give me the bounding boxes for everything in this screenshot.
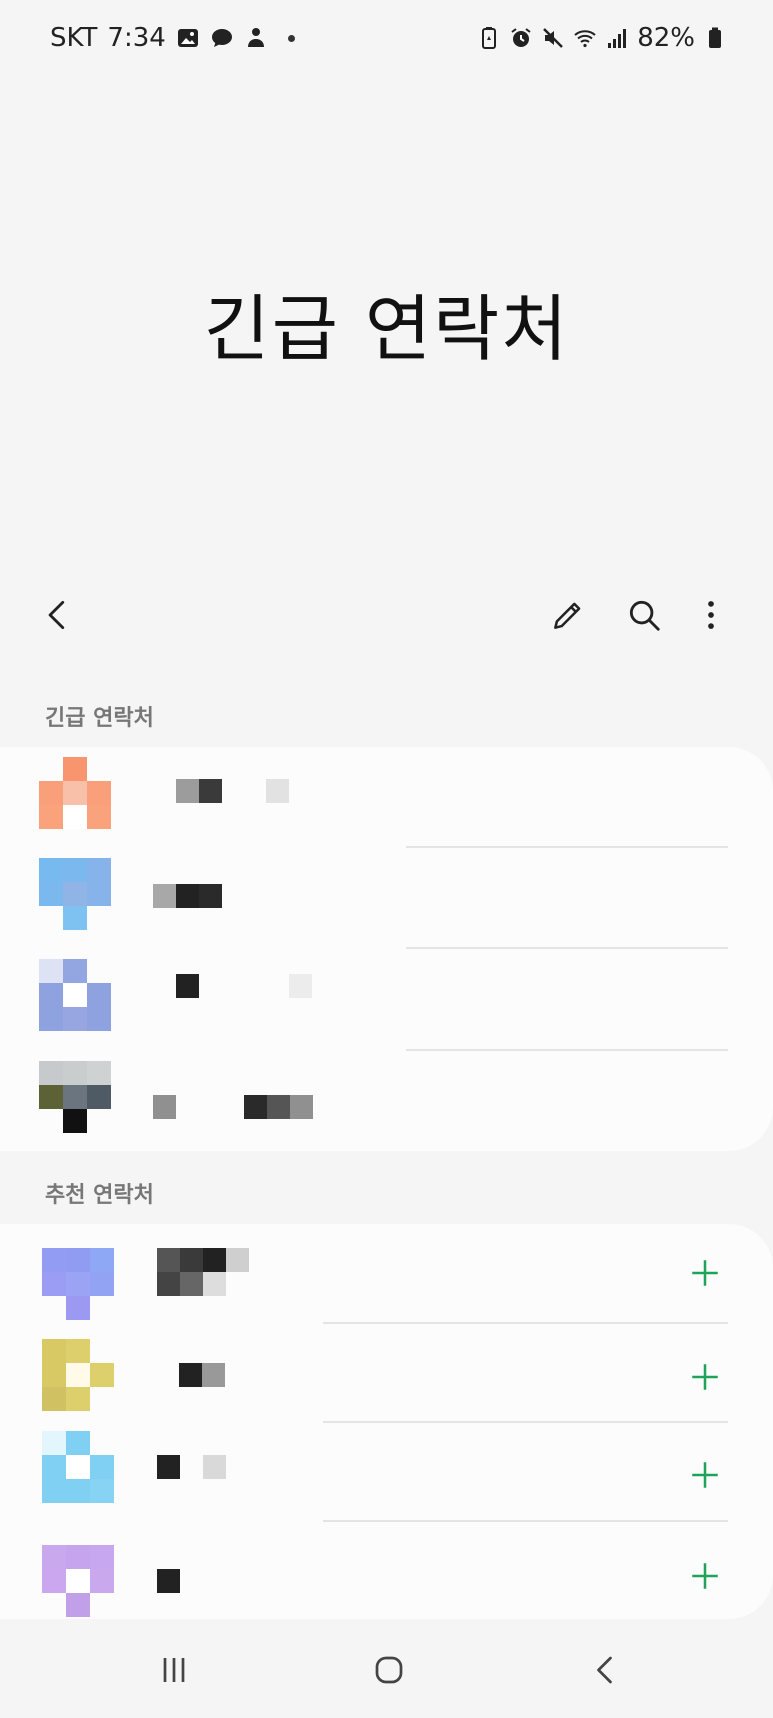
emergency-contact-row[interactable] <box>0 747 773 847</box>
suggested-contact-row[interactable] <box>0 1522 773 1622</box>
contact-avatar <box>42 1248 114 1320</box>
notification-dot <box>287 34 295 42</box>
contact-avatar <box>42 1545 114 1617</box>
contact-avatar <box>42 1339 114 1411</box>
emergency-contact-row[interactable] <box>0 949 773 1049</box>
add-contact-button[interactable] <box>681 1451 729 1499</box>
search-icon <box>629 600 660 631</box>
contact-name <box>179 1363 229 1387</box>
contact-name <box>153 884 223 908</box>
emergency-contact-row[interactable] <box>0 1051 773 1151</box>
nav-back-button[interactable] <box>566 1640 646 1700</box>
more-options-button[interactable] <box>683 587 739 643</box>
more-vertical-icon <box>708 601 714 629</box>
carrier-label: SKT <box>50 23 98 53</box>
add-contact-button[interactable] <box>681 1552 729 1600</box>
contact-name <box>157 1569 187 1593</box>
contact-avatar <box>39 959 111 1031</box>
status-bar: SKT 7:34 82% <box>0 0 773 76</box>
contact-avatar <box>39 858 111 930</box>
alarm-icon <box>509 26 533 50</box>
back-button[interactable] <box>30 587 86 643</box>
back-arrow-icon <box>48 600 65 630</box>
edit-button[interactable] <box>540 587 596 643</box>
contact-name <box>157 1248 257 1296</box>
contact-avatar <box>39 1061 111 1133</box>
plus-icon <box>692 1364 718 1390</box>
emergency-contact-row[interactable] <box>0 848 773 948</box>
plus-icon <box>692 1462 718 1488</box>
suggested-contact-row[interactable] <box>0 1423 773 1523</box>
suggested-section-label: 추천 연락처 <box>45 1183 154 1208</box>
nav-back-icon <box>597 1656 612 1684</box>
contact-name <box>176 779 306 803</box>
navigation-bar <box>0 1620 773 1718</box>
suggested-contact-row[interactable] <box>0 1324 773 1424</box>
add-contact-button[interactable] <box>681 1249 729 1297</box>
search-button[interactable] <box>616 587 672 643</box>
home-button[interactable] <box>349 1640 429 1700</box>
contact-name <box>157 1455 237 1479</box>
recents-button[interactable] <box>134 1640 214 1700</box>
status-right: 82% <box>477 23 727 53</box>
home-icon <box>375 1656 403 1684</box>
wifi-icon <box>573 26 597 50</box>
contact-name <box>176 974 316 998</box>
contact-name <box>153 1095 323 1119</box>
plus-icon <box>692 1260 718 1286</box>
battery-icon <box>703 26 727 50</box>
signal-icon <box>605 26 629 50</box>
suggested-contacts-card <box>0 1224 773 1619</box>
recents-icon <box>163 1658 185 1682</box>
suggested-contact-row[interactable] <box>0 1224 773 1324</box>
emergency-section-label: 긴급 연락처 <box>45 706 154 731</box>
contact-avatar <box>42 1431 114 1503</box>
clock: 7:34 <box>107 23 166 53</box>
page-title: 긴급 연락처 <box>203 287 570 371</box>
battery-saver-icon <box>477 26 501 50</box>
status-left: SKT 7:34 <box>50 23 295 53</box>
battery-percent: 82% <box>637 23 695 53</box>
gallery-icon <box>176 26 200 50</box>
emergency-contacts-card <box>0 747 773 1151</box>
toolbar <box>0 575 773 655</box>
pencil-icon <box>554 602 581 629</box>
plus-icon <box>692 1563 718 1589</box>
mute-icon <box>541 26 565 50</box>
add-contact-button[interactable] <box>681 1353 729 1401</box>
chat-bubble-icon <box>210 26 234 50</box>
contact-avatar <box>39 757 111 829</box>
assistant-icon <box>244 26 268 50</box>
